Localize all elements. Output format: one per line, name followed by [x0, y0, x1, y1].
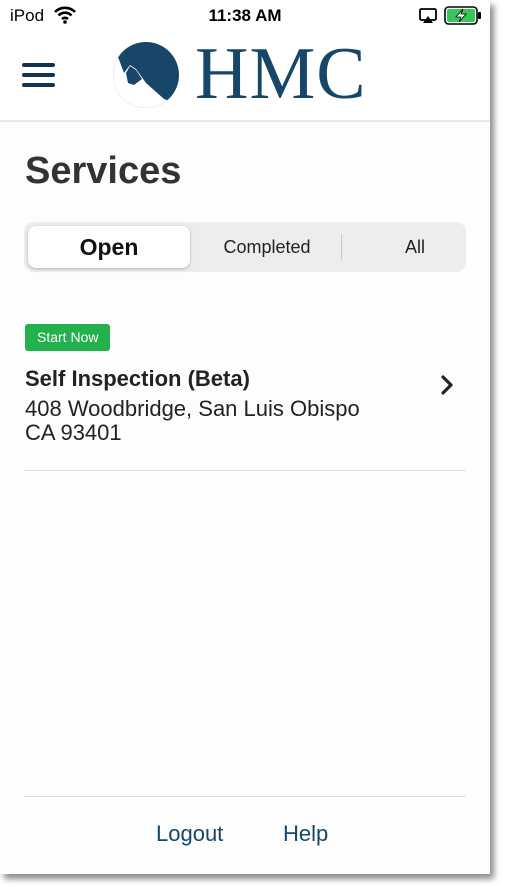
tab-open[interactable]: Open [28, 226, 190, 268]
status-bar: iPod 11:38 AM [0, 0, 490, 34]
logout-link[interactable]: Logout [156, 821, 223, 847]
hamburger-menu-icon[interactable] [22, 63, 55, 87]
airplay-icon [419, 8, 437, 23]
app-screen: iPod 11:38 AM HMC Services Open Complete… [0, 0, 490, 874]
footer-divider [24, 796, 466, 797]
status-filter-tabs: Open Completed All [24, 222, 466, 272]
list-divider [24, 470, 466, 471]
service-list-item[interactable]: Self Inspection (Beta) 408 Woodbridge, S… [0, 362, 490, 470]
tab-all[interactable]: All [344, 226, 486, 268]
hmc-logo-text: HMC [195, 33, 367, 115]
service-address-line2: CA 93401 [25, 420, 122, 445]
chevron-right-icon[interactable] [439, 374, 455, 396]
help-link[interactable]: Help [283, 821, 328, 847]
app-header: HMC [0, 34, 490, 122]
page-title: Services [25, 150, 182, 192]
hmc-logo-mark [113, 42, 179, 108]
start-now-badge[interactable]: Start Now [25, 324, 111, 351]
tab-divider [341, 234, 342, 260]
service-address-line1: 408 Woodbridge, San Luis Obispo [25, 396, 360, 421]
service-title: Self Inspection (Beta) [25, 366, 250, 391]
tab-completed[interactable]: Completed [192, 226, 342, 268]
battery-charging-icon [444, 6, 481, 25]
status-time: 11:38 AM [208, 6, 282, 25]
